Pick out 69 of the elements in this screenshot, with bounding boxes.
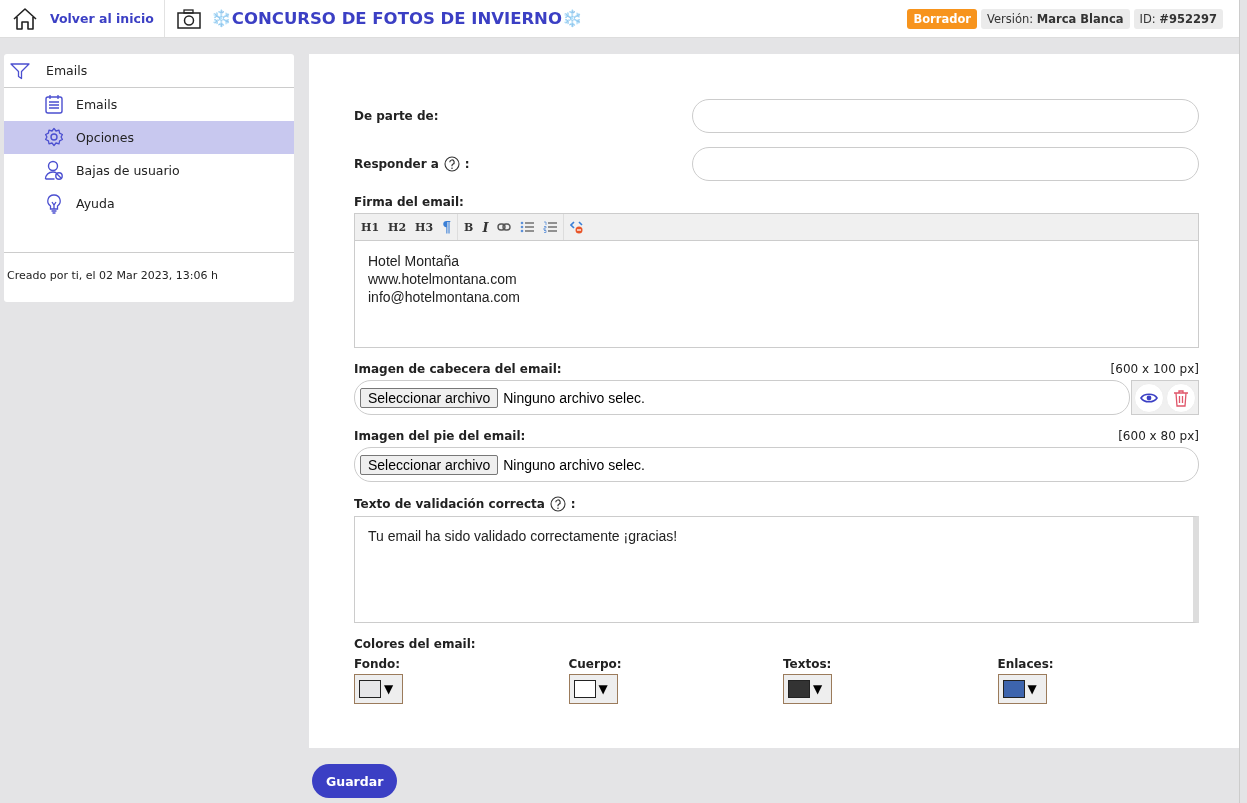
lightbulb-icon xyxy=(44,192,64,215)
toolbar-button[interactable]: I xyxy=(482,219,489,235)
sidebar-item[interactable]: Emails xyxy=(4,88,294,121)
toolbar-button[interactable]: ¶ xyxy=(442,219,452,235)
calendar-list-icon xyxy=(44,93,64,116)
status-badge: Borrador xyxy=(907,8,978,29)
size-hint: [600 x 100 px] xyxy=(1110,362,1199,376)
field-label: Imagen de cabecera del email: xyxy=(354,362,562,376)
numbered-list-icon[interactable] xyxy=(543,221,558,233)
toolbar-button[interactable]: H2 xyxy=(388,220,407,234)
field-label: De parte de: xyxy=(354,109,439,123)
save-button[interactable]: Guardar xyxy=(312,764,398,798)
signature-line: Hotel Montaña xyxy=(368,252,461,270)
remove-format-icon[interactable] xyxy=(570,220,585,234)
toolbar-button[interactable]: H1 xyxy=(361,220,380,234)
text-input[interactable] xyxy=(692,99,1199,133)
file-input[interactable]: Seleccionar archivo Ninguno archivo selec. xyxy=(354,380,1130,415)
dropdown-arrow: ▼ xyxy=(384,682,394,696)
sidebar-item[interactable]: Ayuda xyxy=(4,187,294,220)
color-picker[interactable]: ▼ xyxy=(997,674,1047,704)
field-label: Textos: xyxy=(783,657,832,671)
field-label: Imagen del pie del email: xyxy=(354,429,526,443)
field-label: Firma del email: xyxy=(354,195,465,209)
bullet-list-icon[interactable] xyxy=(520,221,535,233)
user-icon xyxy=(44,159,64,182)
signature-line: www.hotelmontana.com xyxy=(368,270,518,288)
eye-icon xyxy=(1140,391,1158,404)
created-info: Creado por ti, el 02 Mar 2023, 13:06 h xyxy=(4,252,294,302)
toolbar-button[interactable]: H3 xyxy=(415,220,434,234)
label-colon: : xyxy=(570,497,576,511)
section-label: Colores del email: xyxy=(354,637,477,651)
color-picker[interactable]: ▼ xyxy=(354,674,403,704)
link-icon[interactable] xyxy=(497,222,512,232)
file-input[interactable]: Seleccionar archivo Ninguno archivo selec. xyxy=(354,447,1199,482)
field-label: Fondo: xyxy=(354,657,401,671)
filter-icon xyxy=(10,61,30,80)
dropdown-arrow: ▼ xyxy=(598,682,608,696)
sidebar-item[interactable]: Bajas de usuario xyxy=(4,154,294,187)
help-icon xyxy=(549,496,566,512)
back-link[interactable]: Volver al inicio xyxy=(50,11,154,26)
file-name: Ninguno archivo selec. xyxy=(503,456,645,473)
field-label: Texto de validación correcta xyxy=(354,497,545,511)
file-name: Ninguno archivo selec. xyxy=(503,389,645,406)
label-colon: : xyxy=(464,157,470,171)
section-title: Emails xyxy=(46,63,88,78)
toolbar-button[interactable]: B xyxy=(464,220,474,234)
home-icon[interactable] xyxy=(12,6,38,31)
text-area[interactable]: Tu email ha sido validado correctamente ¡gracias! xyxy=(354,516,1199,623)
field-label: Responder a xyxy=(354,157,439,171)
delete-button[interactable] xyxy=(1166,382,1196,413)
signature-line: info@hotelmontana.com xyxy=(368,288,521,306)
preview-button[interactable] xyxy=(1134,382,1164,413)
color-picker[interactable]: ▼ xyxy=(783,674,832,704)
dropdown-arrow: ▼ xyxy=(813,682,823,696)
id-badge: ID: #952297 xyxy=(1133,8,1223,29)
field-label: Cuerpo: xyxy=(568,657,622,671)
trash-icon xyxy=(1173,388,1189,407)
field-label: Enlaces: xyxy=(997,657,1054,671)
dropdown-arrow: ▼ xyxy=(1027,682,1037,696)
sidebar-item[interactable]: Opciones xyxy=(4,121,294,154)
text-input[interactable] xyxy=(692,147,1199,181)
version-badge: Versión: Marca Blanca xyxy=(981,8,1130,29)
page-title: ❄CONCURSO DE FOTOS DE INVIERNO❄ xyxy=(210,9,583,28)
size-hint: [600 x 80 px] xyxy=(1118,429,1199,443)
choose-file-button[interactable]: Seleccionar archivo xyxy=(360,387,499,408)
camera-icon xyxy=(176,8,201,29)
choose-file-button[interactable]: Seleccionar archivo xyxy=(360,454,499,475)
gear-icon xyxy=(44,126,64,149)
color-picker[interactable]: ▼ xyxy=(568,674,618,704)
